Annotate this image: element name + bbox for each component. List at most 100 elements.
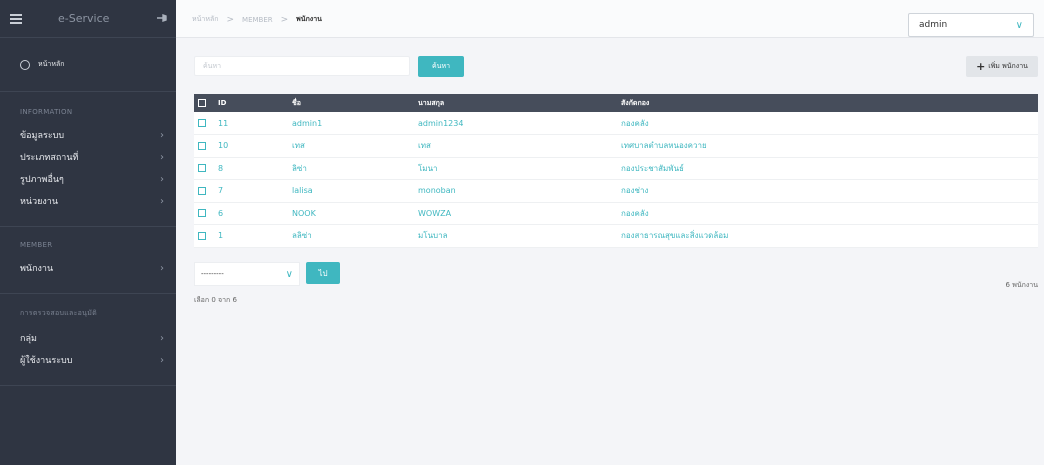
column-header-first-name[interactable]: ชื่อ [292, 94, 418, 112]
breadcrumb-home[interactable]: หน้าหลัก [192, 14, 218, 25]
row-checkbox-cell [194, 112, 218, 135]
cell-last-name[interactable]: มโนบาล [418, 224, 621, 248]
row-checkbox-cell [194, 157, 218, 180]
chevron-right-icon: › [160, 354, 164, 366]
sidebar-header: e-Service [0, 0, 176, 38]
row-checkbox-cell [194, 224, 218, 248]
circle-icon [20, 59, 30, 70]
sidebar-item-label: หน้าหลัก [38, 60, 65, 68]
cell-last-name[interactable]: เทส [418, 134, 621, 158]
go-button[interactable]: ไป [306, 262, 340, 284]
chevron-right-icon: › [160, 262, 164, 274]
cell-department[interactable]: กองคลัง [621, 202, 1038, 225]
plus-icon: + [976, 60, 986, 73]
search-button[interactable]: ค้นหา [418, 56, 464, 77]
cell-id[interactable]: 10 [218, 134, 292, 158]
cell-id[interactable]: 8 [218, 157, 292, 180]
cell-department[interactable]: กองสาธารณสุขและสิ่งแวดล้อม [621, 224, 1038, 248]
cell-last-name[interactable]: โมนา [418, 157, 621, 180]
sidebar-item-place-types[interactable]: ประเภทสถานที่ › [0, 146, 176, 168]
cell-id[interactable]: 7 [218, 179, 292, 203]
cell-department[interactable]: กองคลัง [621, 112, 1038, 135]
add-employee-button[interactable]: + เพิ่ม พนักงาน [966, 56, 1038, 77]
cell-first-name[interactable]: lalisa [292, 179, 418, 203]
cell-department[interactable]: กองช่าง [621, 179, 1038, 203]
top-bar: หน้าหลัก > MEMBER > พนักงาน admin ∨ [176, 0, 1044, 38]
column-header-id[interactable]: ID [218, 94, 292, 112]
cell-id[interactable]: 1 [218, 224, 292, 248]
row-checkbox[interactable] [198, 119, 206, 127]
cell-last-name[interactable]: admin1234 [418, 112, 621, 135]
sidebar-item-employees[interactable]: พนักงาน › [0, 257, 176, 279]
sidebar-item-label: ผู้ใช้งานระบบ [20, 356, 73, 366]
sidebar-section-member: MEMBER พนักงาน › [0, 227, 176, 294]
breadcrumb-member[interactable]: MEMBER [242, 16, 273, 24]
table-row: 8 ลิซ่า โมนา กองประชาสัมพันธ์ [194, 157, 1038, 180]
sidebar-item-label: ประเภทสถานที่ [20, 153, 79, 163]
chevron-right-icon: › [160, 129, 164, 141]
sidebar-item-groups[interactable]: กลุ่ม › [0, 327, 176, 349]
table-row: 10 เทส เทส เทศบาลตำบลหนองควาย [194, 134, 1038, 158]
sidebar-item-label: ข้อมูลระบบ [20, 131, 65, 141]
sidebar-item-system-users[interactable]: ผู้ใช้งานระบบ › [0, 349, 176, 371]
pin-icon[interactable] [156, 12, 168, 24]
row-checkbox-cell [194, 179, 218, 203]
sidebar: e-Service หน้าหลัก INFORMATION ข้อมูลระบ… [0, 0, 176, 465]
chevron-down-icon: ∨ [285, 268, 293, 280]
select-all-checkbox[interactable] [198, 99, 206, 107]
user-name: admin [919, 20, 948, 30]
cell-department[interactable]: เทศบาลตำบลหนองควาย [621, 134, 1038, 158]
column-header-department[interactable]: สังกัดกอง [621, 94, 1038, 112]
cell-last-name[interactable]: WOWZA [418, 202, 621, 225]
result-count: 6 พนักงาน [1005, 281, 1038, 289]
row-checkbox[interactable] [198, 209, 206, 218]
section-title: การตรวจสอบและอนุมัติ [20, 309, 97, 317]
sidebar-item-label: รูปภาพอื่นๆ [20, 175, 64, 185]
row-checkbox[interactable] [198, 164, 206, 173]
column-header-last-name[interactable]: นามสกุล [418, 94, 621, 112]
row-checkbox-cell [194, 134, 218, 158]
table-row: 6 NOOK WOWZA กองคลัง [194, 202, 1038, 225]
table-row: 1 ลลิซ่า มโนบาล กองสาธารณสุขและสิ่งแวดล้… [194, 224, 1038, 248]
bulk-action-select[interactable]: --------- ∨ [194, 262, 300, 286]
cell-department[interactable]: กองประชาสัมพันธ์ [621, 157, 1038, 180]
breadcrumb-separator: > [280, 14, 289, 25]
sidebar-item-other-images[interactable]: รูปภาพอื่นๆ › [0, 168, 176, 190]
row-checkbox[interactable] [198, 186, 206, 195]
breadcrumb-separator: > [226, 14, 235, 25]
sidebar-item-departments[interactable]: หน่วยงาน › [0, 190, 176, 212]
section-title: MEMBER [20, 241, 53, 249]
sidebar-item-system-info[interactable]: ข้อมูลระบบ › [0, 124, 176, 146]
bulk-action-value: --------- [201, 270, 224, 278]
add-button-label: เพิ่ม พนักงาน [988, 62, 1028, 70]
select-all-cell [194, 94, 218, 112]
chevron-right-icon: › [160, 195, 164, 207]
sidebar-section-approval: การตรวจสอบและอนุมัติ กลุ่ม › ผู้ใช้งานระ… [0, 294, 176, 386]
cell-first-name[interactable]: ลลิซ่า [292, 224, 418, 248]
chevron-down-icon: ∨ [1015, 19, 1023, 31]
sidebar-item-label: พนักงาน [20, 264, 54, 274]
sidebar-item-label: หน่วยงาน [20, 197, 59, 207]
app-name: e-Service [58, 12, 110, 25]
row-checkbox-cell [194, 202, 218, 225]
sidebar-item-home[interactable]: หน้าหลัก [0, 38, 176, 92]
cell-id[interactable]: 6 [218, 202, 292, 225]
breadcrumb: หน้าหลัก > MEMBER > พนักงาน [192, 14, 322, 25]
cell-first-name[interactable]: admin1 [292, 112, 418, 135]
cell-last-name[interactable]: monoban [418, 179, 621, 203]
user-dropdown[interactable]: admin ∨ [908, 13, 1034, 37]
chevron-right-icon: › [160, 332, 164, 344]
section-title: INFORMATION [20, 108, 73, 116]
cell-first-name[interactable]: NOOK [292, 202, 418, 225]
table-row: 11 admin1 admin1234 กองคลัง [194, 112, 1038, 135]
search-input[interactable] [194, 56, 410, 76]
sidebar-section-information: INFORMATION ข้อมูลระบบ › ประเภทสถานที่ ›… [0, 92, 176, 227]
cell-first-name[interactable]: เทส [292, 134, 418, 158]
row-checkbox[interactable] [198, 141, 206, 150]
row-checkbox[interactable] [198, 231, 206, 240]
cell-id[interactable]: 11 [218, 112, 292, 135]
cell-first-name[interactable]: ลิซ่า [292, 157, 418, 180]
menu-icon[interactable] [10, 13, 22, 24]
chevron-right-icon: › [160, 151, 164, 163]
breadcrumb-current: พนักงาน [296, 15, 322, 23]
